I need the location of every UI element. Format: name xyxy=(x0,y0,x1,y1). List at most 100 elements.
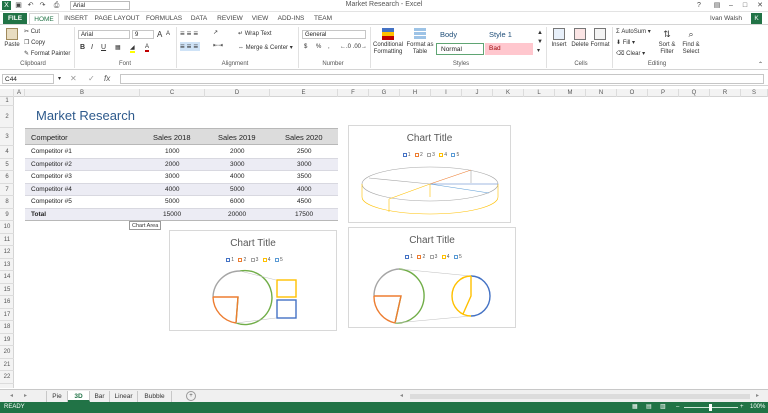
style-bad[interactable]: Bad xyxy=(485,43,533,55)
column-header[interactable]: S xyxy=(741,89,768,97)
formula-input[interactable] xyxy=(120,74,764,84)
currency-button[interactable]: $ xyxy=(304,44,307,50)
percent-button[interactable]: % xyxy=(316,44,321,50)
style-normal[interactable]: Normal xyxy=(436,43,484,55)
row-header[interactable]: 19 xyxy=(0,334,14,346)
cell-value[interactable]: 3000 xyxy=(165,173,179,180)
column-header[interactable]: F xyxy=(338,89,369,97)
cell-value[interactable]: 2000 xyxy=(165,161,179,168)
tab-view[interactable]: VIEW xyxy=(248,13,272,24)
header-sales-2019[interactable]: Sales 2019 xyxy=(218,133,256,142)
tab-add-ins[interactable]: ADD-INS xyxy=(274,13,308,24)
cell-value[interactable]: 5000 xyxy=(165,198,179,205)
cell-value[interactable]: 4000 xyxy=(297,186,311,193)
cell-value[interactable]: 3000 xyxy=(230,161,244,168)
name-box[interactable]: C44 xyxy=(2,74,54,84)
row-header[interactable]: 17 xyxy=(0,309,14,321)
tab-home[interactable]: HOME xyxy=(29,13,59,24)
row-header[interactable]: 22 xyxy=(0,371,14,384)
cell-value[interactable]: 4500 xyxy=(297,198,311,205)
user-name[interactable]: Ivan Walsh xyxy=(706,13,746,24)
maximize-icon[interactable]: □ xyxy=(738,0,752,11)
column-header[interactable]: E xyxy=(270,89,338,97)
row-header[interactable]: 8 xyxy=(0,196,14,209)
avatar[interactable]: K xyxy=(751,13,762,24)
style-style1[interactable]: Style 1 xyxy=(485,29,533,41)
sheet-tab-bar[interactable]: Bar xyxy=(90,391,110,402)
horizontal-scrollbar[interactable] xyxy=(410,394,750,399)
column-header[interactable]: N xyxy=(586,89,617,97)
style-body[interactable]: Body xyxy=(436,29,484,41)
header-sales-2020[interactable]: Sales 2020 xyxy=(285,133,323,142)
zoom-out-icon[interactable]: – xyxy=(676,402,679,413)
row-header[interactable]: 3 xyxy=(0,128,14,146)
next-sheet-icon[interactable]: ▸ xyxy=(24,392,27,399)
cell-competitor[interactable]: Competitor #2 xyxy=(31,161,72,168)
chart-bar-of-pie[interactable]: Chart Title 1 2 3 4 5 xyxy=(169,230,337,331)
row-header[interactable]: 4 xyxy=(0,146,14,159)
column-header[interactable]: M xyxy=(555,89,586,97)
sheet-tab-linear[interactable]: Linear xyxy=(110,391,138,402)
cancel-icon[interactable]: ✕ xyxy=(70,74,77,83)
cell-value[interactable]: 3000 xyxy=(297,161,311,168)
number-format-combo[interactable]: General xyxy=(302,30,366,39)
copy-button[interactable]: ❐ Copy xyxy=(24,39,45,46)
grow-font-button[interactable]: A xyxy=(157,30,162,39)
column-header[interactable]: B xyxy=(25,89,140,97)
horizontal-align-icons[interactable]: ≡≡≡ xyxy=(180,42,201,51)
header-competitor[interactable]: Competitor xyxy=(31,133,68,142)
column-header[interactable]: R xyxy=(710,89,741,97)
page-layout-view-icon[interactable]: ▤ xyxy=(646,402,652,413)
page-break-view-icon[interactable]: ▥ xyxy=(660,402,666,413)
comma-button[interactable]: , xyxy=(328,44,330,50)
normal-view-icon[interactable]: ▦ xyxy=(632,402,638,413)
zoom-slider-thumb[interactable] xyxy=(709,404,712,411)
minimize-icon[interactable]: – xyxy=(724,0,738,11)
tab-formulas[interactable]: FORMULAS xyxy=(144,13,184,24)
column-header[interactable]: K xyxy=(493,89,524,97)
font-size-combo[interactable]: 9 xyxy=(132,30,154,39)
ribbon-display-icon[interactable]: ▤ xyxy=(710,0,724,11)
sheet-title[interactable]: Market Research xyxy=(36,108,135,123)
clear-button[interactable]: ⌫ Clear ▾ xyxy=(616,50,645,57)
format-cells-button[interactable]: Format xyxy=(590,28,610,49)
row-header[interactable]: 9 xyxy=(0,209,14,221)
tab-team[interactable]: TEAM xyxy=(310,13,336,24)
bold-button[interactable]: B xyxy=(80,44,85,51)
column-header[interactable]: P xyxy=(648,89,679,97)
paste-button[interactable]: Paste xyxy=(4,28,20,49)
autosum-button[interactable]: Σ AutoSum ▾ xyxy=(616,28,651,35)
row-header[interactable]: 16 xyxy=(0,296,14,309)
column-header[interactable]: I xyxy=(431,89,462,97)
row-header[interactable]: 14 xyxy=(0,271,14,284)
row-header[interactable]: 6 xyxy=(0,171,14,184)
column-header[interactable]: O xyxy=(617,89,648,97)
zoom-level[interactable]: 100% xyxy=(750,402,765,413)
tab-file[interactable]: FILE xyxy=(3,13,27,24)
cell-competitor[interactable]: Competitor #4 xyxy=(31,186,72,193)
help-icon[interactable]: ? xyxy=(692,0,706,11)
delete-cells-button[interactable]: Delete xyxy=(570,28,590,49)
cell-competitor[interactable]: Competitor #5 xyxy=(31,198,72,205)
font-color-icon[interactable]: A xyxy=(145,44,150,52)
row-header[interactable]: 15 xyxy=(0,284,14,296)
italic-button[interactable]: I xyxy=(91,44,93,51)
insert-function-icon[interactable]: fx xyxy=(104,74,110,83)
row-header[interactable]: 1 xyxy=(0,97,14,106)
font-name-combo[interactable]: Arial xyxy=(78,30,130,39)
prev-sheet-icon[interactable]: ◂ xyxy=(10,392,13,399)
row-header[interactable]: 7 xyxy=(0,184,14,196)
find-select-button[interactable]: ⌕ Find & Select xyxy=(680,28,702,56)
column-header[interactable]: J xyxy=(462,89,493,97)
sort-filter-button[interactable]: ⇅ Sort & Filter xyxy=(656,28,678,56)
column-header[interactable]: A xyxy=(14,89,25,97)
chart-pie-of-pie[interactable]: Chart Title 1 2 3 4 5 xyxy=(348,227,516,328)
merge-center-button[interactable]: ⇔ Merge & Center ▾ xyxy=(238,44,293,51)
horizontal-scrollbar-right-icon[interactable]: ▸ xyxy=(756,392,759,399)
column-header[interactable]: H xyxy=(400,89,431,97)
wrap-text-button[interactable]: ↵ Wrap Text xyxy=(238,30,272,37)
tab-data[interactable]: DATA xyxy=(186,13,212,24)
cut-button[interactable]: ✂ Cut xyxy=(24,28,40,35)
cell-competitor[interactable]: Competitor #1 xyxy=(31,148,72,155)
fill-button[interactable]: ⬇ Fill ▾ xyxy=(616,39,635,46)
